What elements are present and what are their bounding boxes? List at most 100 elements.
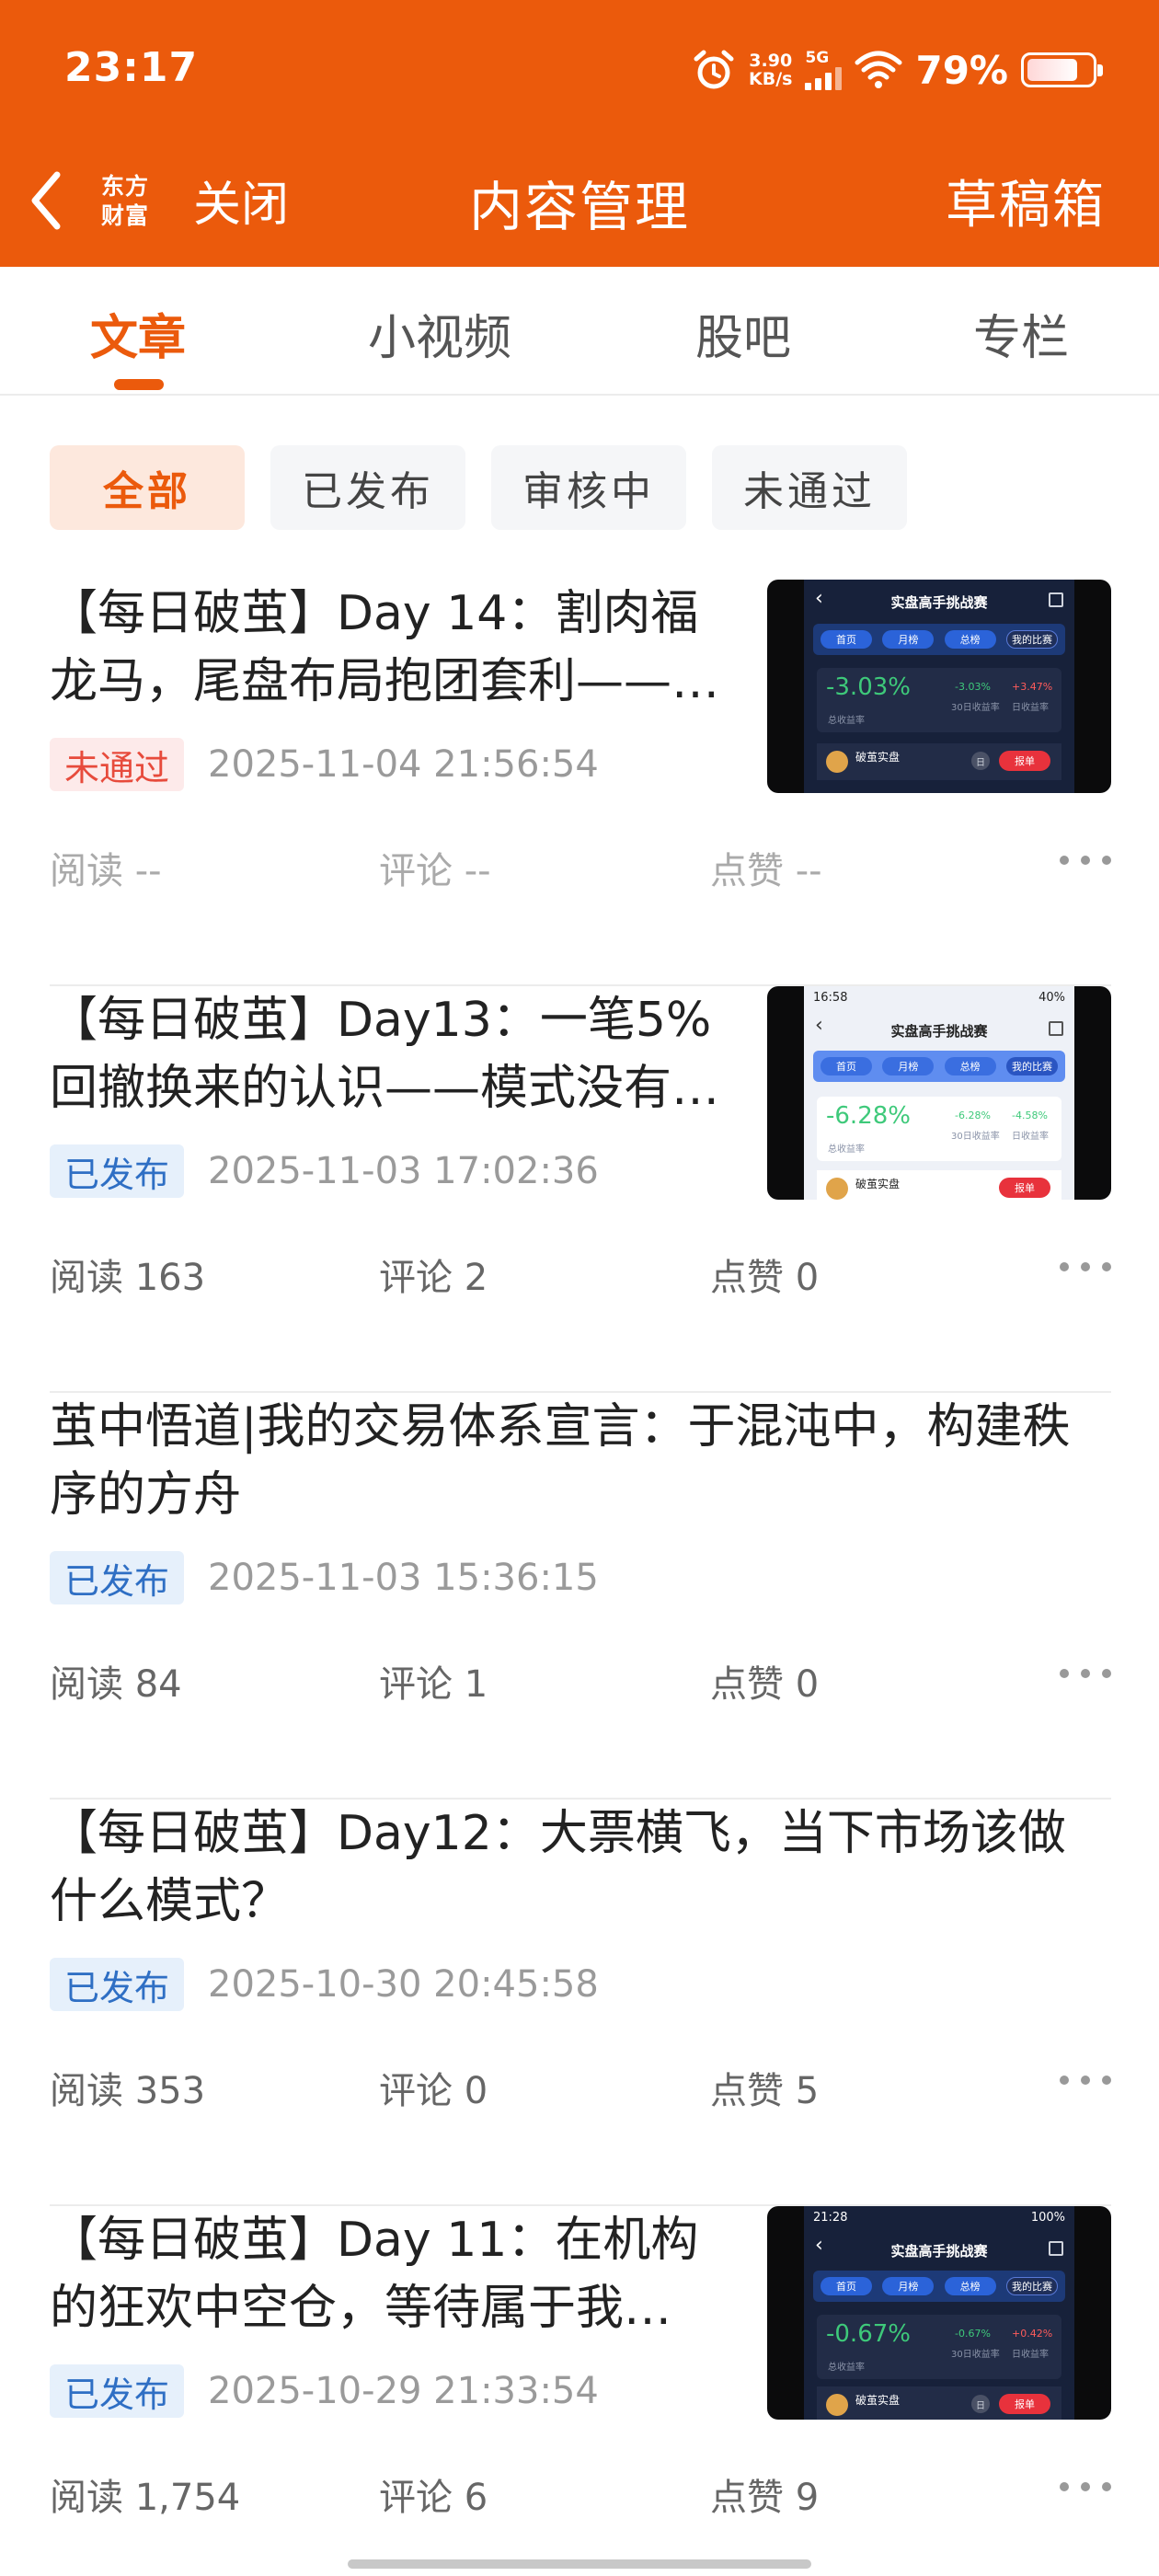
thumbnail-big-label: 总收益率: [828, 2363, 865, 2373]
read-count: 阅读 --: [50, 850, 162, 892]
thumbnail-small-label: 日收益率: [1012, 1132, 1049, 1142]
article-time: 2025-11-04 21:56:54: [208, 743, 599, 786]
read-count: 阅读 163: [50, 1257, 206, 1299]
thumbnail-small-value: -0.67%: [955, 2328, 991, 2340]
battery-level: [1027, 59, 1077, 81]
article-title-line: 龙马，尾盘布局抱团套利——…: [50, 654, 720, 709]
thumbnail-status-time: 16:58: [813, 991, 848, 1005]
article-time: 2025-11-03 17:02:36: [208, 1150, 599, 1192]
article-title-line: 【每日破茧】Day 11：在机构: [50, 2213, 699, 2268]
article-time: 2025-10-30 20:45:58: [208, 1963, 599, 2006]
thumbnail-user: 破茧实盘: [855, 751, 901, 764]
like-count: 点赞 --: [710, 850, 822, 892]
thumbnail-tab: 月榜: [882, 630, 935, 649]
filter-rejected[interactable]: 未通过: [712, 445, 907, 530]
thumbnail-circle-icon: 日: [971, 2395, 990, 2413]
thumbnail-tab: 月榜: [882, 1057, 935, 1075]
article-title-line: 回撤换来的认识——模式没有…: [50, 1061, 720, 1116]
filter-under-review[interactable]: 审核中: [491, 445, 686, 530]
comment-count: 评论 2: [379, 1257, 488, 1299]
thumbnail-title: 实盘高手挑战赛: [890, 1023, 988, 1040]
thumbnail-big-value: -0.67%: [826, 2320, 911, 2348]
article-item[interactable]: 【每日破茧】Day 11：在机构 的狂欢中空仓，等待属于我… 21:28 100…: [50, 2206, 1111, 2576]
thumbnail-avatar: [826, 751, 848, 773]
filter-published[interactable]: 已发布: [270, 445, 465, 530]
battery-percent: 79%: [915, 47, 1008, 93]
thumbnail-screen: 21:28 100% ‹ 实盘高手挑战赛 首页 月榜 总榜 我的比赛 -0.67…: [804, 2206, 1074, 2420]
thumbnail-button: 报单: [999, 751, 1050, 771]
more-dots-icon[interactable]: [1060, 2070, 1111, 2088]
thumbnail-small-label: 30日收益率: [951, 2350, 1000, 2360]
thumbnail-small-value: -4.58%: [1012, 1110, 1048, 1121]
thumbnail-tab: 首页: [820, 630, 872, 649]
thumbnail-small-label: 日收益率: [1012, 703, 1049, 713]
thumbnail-tab: 首页: [820, 1057, 872, 1075]
drafts-button[interactable]: 草稿箱: [946, 164, 1106, 238]
thumbnail-share-icon: [1049, 1021, 1063, 1036]
article-title[interactable]: 茧中悟道|我的交易体系宣言：于混沌中，构建秩 序的方舟: [50, 1393, 1111, 1529]
thumbnail-tabs: 首页 月榜 总榜 我的比赛: [813, 2271, 1065, 2302]
thumbnail-big-label: 总收益率: [828, 716, 865, 726]
article-item[interactable]: 【每日破茧】Day 14：割肉福 龙马，尾盘布局抱团套利——… ‹ 实盘高手挑战…: [50, 580, 1111, 986]
like-count: 点赞 0: [710, 1663, 820, 1706]
network-speed-value: 3.90: [749, 51, 793, 71]
article-title-line: 【每日破茧】Day12：大票横飞，当下市场该做: [50, 1806, 1066, 1861]
thumbnail-big-value: -3.03%: [826, 673, 911, 701]
article-title-line: 什么模式？: [50, 1874, 290, 1929]
thumbnail-user-row: 破茧实盘 日 报单: [817, 743, 1061, 780]
network-speed: 3.90 KB/s: [749, 52, 792, 88]
status-badge: 已发布: [50, 1144, 185, 1198]
article-stats: 阅读 84 评论 1 点赞 0: [50, 1654, 1111, 1706]
comment-count: 评论 1: [379, 1663, 488, 1706]
article-thumbnail[interactable]: 16:58 40% ‹ 实盘高手挑战赛 首页 月榜 总榜 我的比赛 -6.28%…: [767, 986, 1111, 1200]
status-time: 23:17: [64, 44, 199, 91]
thumbnail-share-icon: [1049, 2241, 1063, 2256]
more-dots-icon[interactable]: [1060, 1663, 1111, 1682]
home-indicator[interactable]: [348, 2559, 811, 2569]
network-speed-unit: KB/s: [749, 69, 793, 89]
article-thumbnail[interactable]: ‹ 实盘高手挑战赛 首页 月榜 总榜 我的比赛 -3.03% 总收益率 -3.0…: [767, 580, 1111, 793]
thumbnail-small-value: +0.42%: [1012, 2328, 1053, 2340]
article-item[interactable]: 【每日破茧】Day12：大票横飞，当下市场该做 什么模式？ 已发布 2025-1…: [50, 1800, 1111, 2206]
more-dots-icon[interactable]: [1060, 2477, 1111, 2495]
more-dots-icon[interactable]: [1060, 850, 1111, 868]
thumbnail-title: 实盘高手挑战赛: [890, 594, 988, 611]
signal-icon: 5G: [805, 50, 843, 90]
article-title-line: 茧中悟道|我的交易体系宣言：于混沌中，构建秩: [50, 1399, 1071, 1455]
thumbnail-avatar: [826, 1178, 848, 1200]
thumbnail-small-label: 30日收益率: [951, 1132, 1000, 1142]
status-bar: 23:17 3.90 KB/s 5G 79%: [0, 0, 1159, 138]
tab-columns[interactable]: 专栏: [973, 299, 1069, 368]
thumbnail-user: 破茧实盘: [855, 1178, 901, 1190]
article-item[interactable]: 茧中悟道|我的交易体系宣言：于混沌中，构建秩 序的方舟 已发布 2025-11-…: [50, 1393, 1111, 1800]
thumbnail-user-row: 破茧实盘 报单: [817, 1170, 1061, 1200]
content-type-tabs: 文章 小视频 股吧 专栏: [0, 267, 1159, 396]
thumbnail-tab: 首页: [820, 2277, 872, 2295]
tab-articles[interactable]: 文章: [90, 299, 186, 368]
thumbnail-tabs: 首页 月榜 总榜 我的比赛: [813, 1051, 1065, 1082]
thumbnail-avatar: [826, 2394, 848, 2416]
more-dots-icon[interactable]: [1060, 1257, 1111, 1275]
status-badge: 已发布: [50, 2364, 185, 2418]
thumbnail-user: 破茧实盘: [855, 2394, 901, 2407]
status-badge: 已发布: [50, 1551, 185, 1604]
read-count: 阅读 353: [50, 2070, 206, 2112]
comment-count: 评论 0: [379, 2070, 488, 2112]
article-title[interactable]: 【每日破茧】Day 14：割肉福 龙马，尾盘布局抱团套利——…: [50, 580, 741, 716]
article-thumbnail[interactable]: 21:28 100% ‹ 实盘高手挑战赛 首页 月榜 总榜 我的比赛 -0.67…: [767, 2206, 1111, 2420]
thumbnail-big-label: 总收益率: [828, 1144, 865, 1155]
battery-icon: [1021, 52, 1103, 87]
thumbnail-tab: 我的比赛: [1005, 2277, 1058, 2295]
filter-all[interactable]: 全部: [50, 445, 245, 530]
thumbnail-screen: ‹ 实盘高手挑战赛 首页 月榜 总榜 我的比赛 -3.03% 总收益率 -3.0…: [804, 580, 1074, 793]
article-item[interactable]: 【每日破茧】Day13：一笔5% 回撤换来的认识——模式没有… 16:58 40…: [50, 986, 1111, 1393]
thumbnail-tab: 总榜: [944, 630, 996, 649]
article-title[interactable]: 【每日破茧】Day13：一笔5% 回撤换来的认识——模式没有…: [50, 986, 741, 1122]
comment-count: 评论 --: [379, 850, 491, 892]
article-title[interactable]: 【每日破茧】Day12：大票横飞，当下市场该做 什么模式？: [50, 1800, 1111, 1936]
thumbnail-title: 实盘高手挑战赛: [890, 2243, 988, 2260]
tab-stock-bar[interactable]: 股吧: [695, 299, 791, 368]
article-title[interactable]: 【每日破茧】Day 11：在机构 的狂欢中空仓，等待属于我…: [50, 2206, 741, 2342]
article-title-line: 【每日破茧】Day 14：割肉福: [50, 586, 699, 641]
tab-short-videos[interactable]: 小视频: [368, 299, 511, 368]
